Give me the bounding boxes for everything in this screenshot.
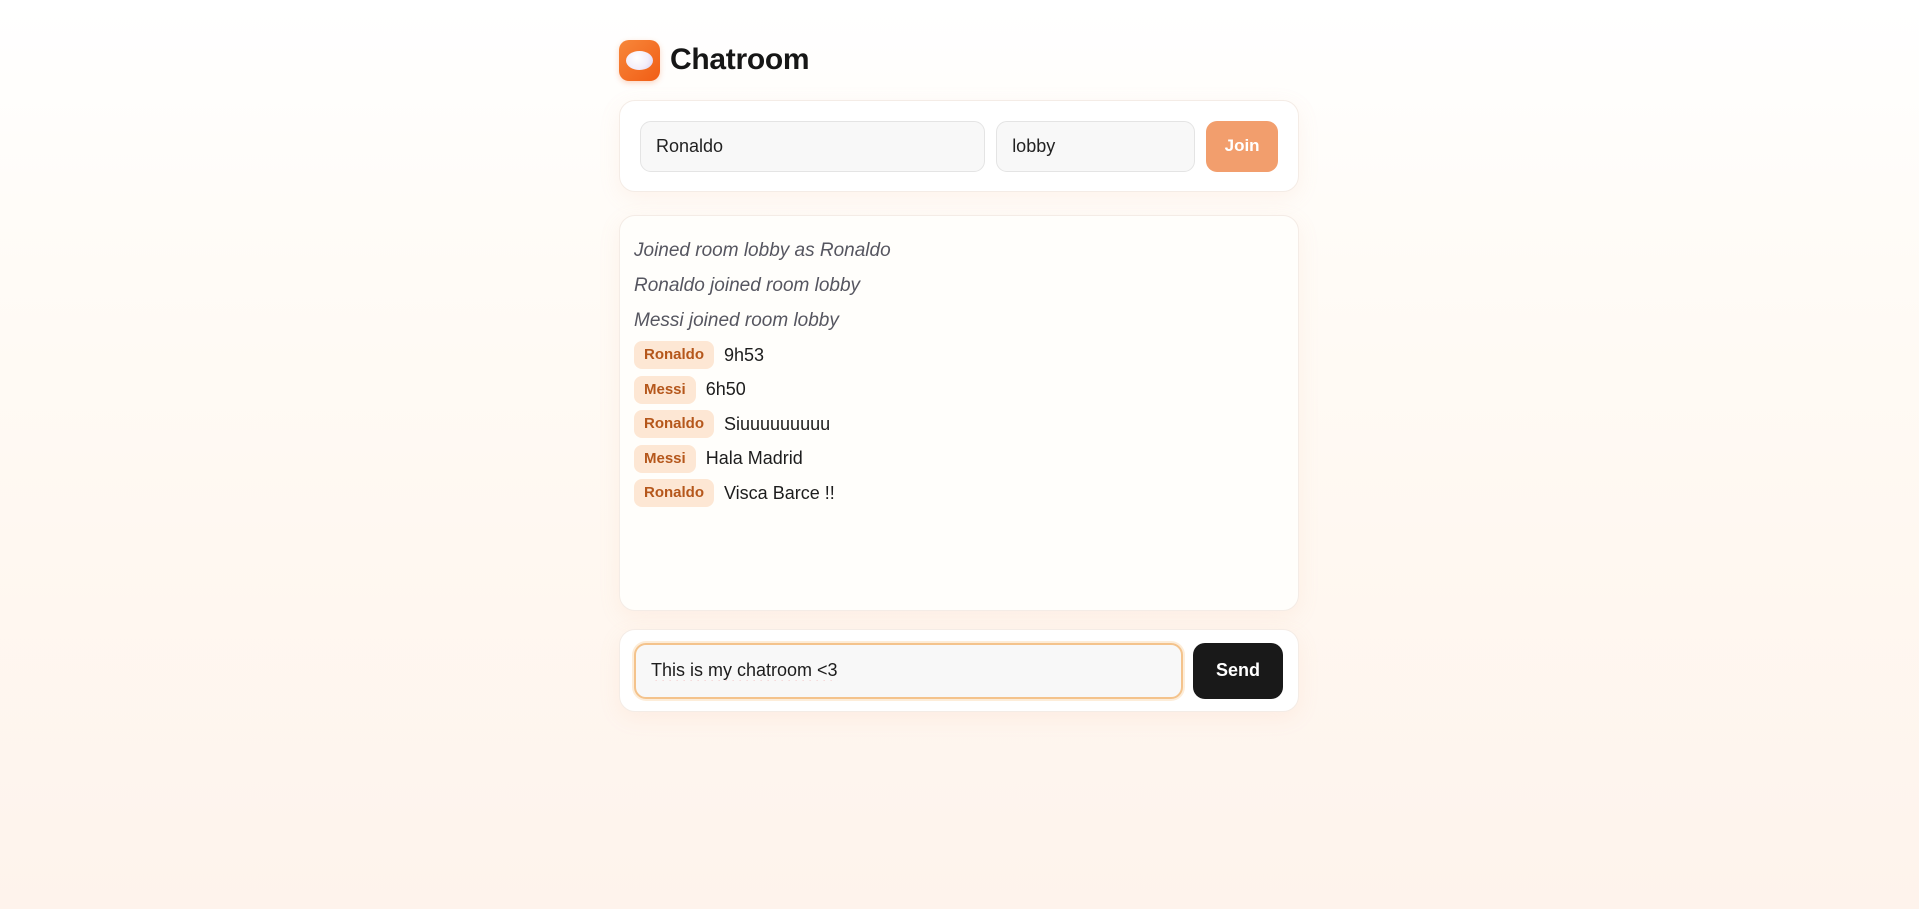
- sender-badge: Ronaldo: [634, 479, 714, 508]
- message-text: 6h50: [705, 379, 746, 400]
- chat-message: Ronaldo 9h53: [634, 338, 1284, 373]
- sender-badge: Messi: [634, 375, 696, 404]
- system-message: Messi joined room lobby: [634, 310, 839, 331]
- room-input[interactable]: [996, 120, 1196, 172]
- message-input[interactable]: [634, 642, 1183, 699]
- username-input[interactable]: [640, 120, 986, 172]
- chat-bubble-icon: [619, 39, 660, 81]
- message-text: 9h53: [724, 344, 765, 365]
- join-button[interactable]: Join: [1206, 120, 1278, 172]
- chat-message: Messi Hala Madrid: [634, 442, 1284, 477]
- chatroom-app: Chatroom Join Joined room lobby as Ronal…: [619, 38, 1299, 712]
- sender-badge: Ronaldo: [634, 410, 714, 439]
- sender-badge: Messi: [634, 444, 696, 473]
- message-composer: Send: [619, 629, 1299, 712]
- sender-badge: Ronaldo: [634, 341, 714, 370]
- join-form: Join: [619, 100, 1299, 192]
- message-text: Siuuuuuuuuu: [724, 413, 831, 434]
- app-title: Chatroom: [670, 43, 810, 76]
- system-message: Ronaldo joined room lobby: [634, 275, 861, 296]
- chat-message: Messi 6h50: [634, 373, 1284, 408]
- chat-message: Ronaldo Siuuuuuuuuu: [634, 407, 1284, 442]
- app-header: Chatroom: [619, 38, 1299, 82]
- send-button[interactable]: Send: [1193, 642, 1283, 699]
- chat-message: Ronaldo Visca Barce !!: [634, 476, 1284, 511]
- message-text: Hala Madrid: [705, 448, 803, 469]
- system-message: Joined room lobby as Ronaldo: [634, 240, 891, 261]
- message-text: Visca Barce !!: [724, 482, 835, 503]
- message-list[interactable]: Joined room lobby as Ronaldo Ronaldo joi…: [619, 215, 1299, 611]
- logo-bubble: [626, 50, 653, 70]
